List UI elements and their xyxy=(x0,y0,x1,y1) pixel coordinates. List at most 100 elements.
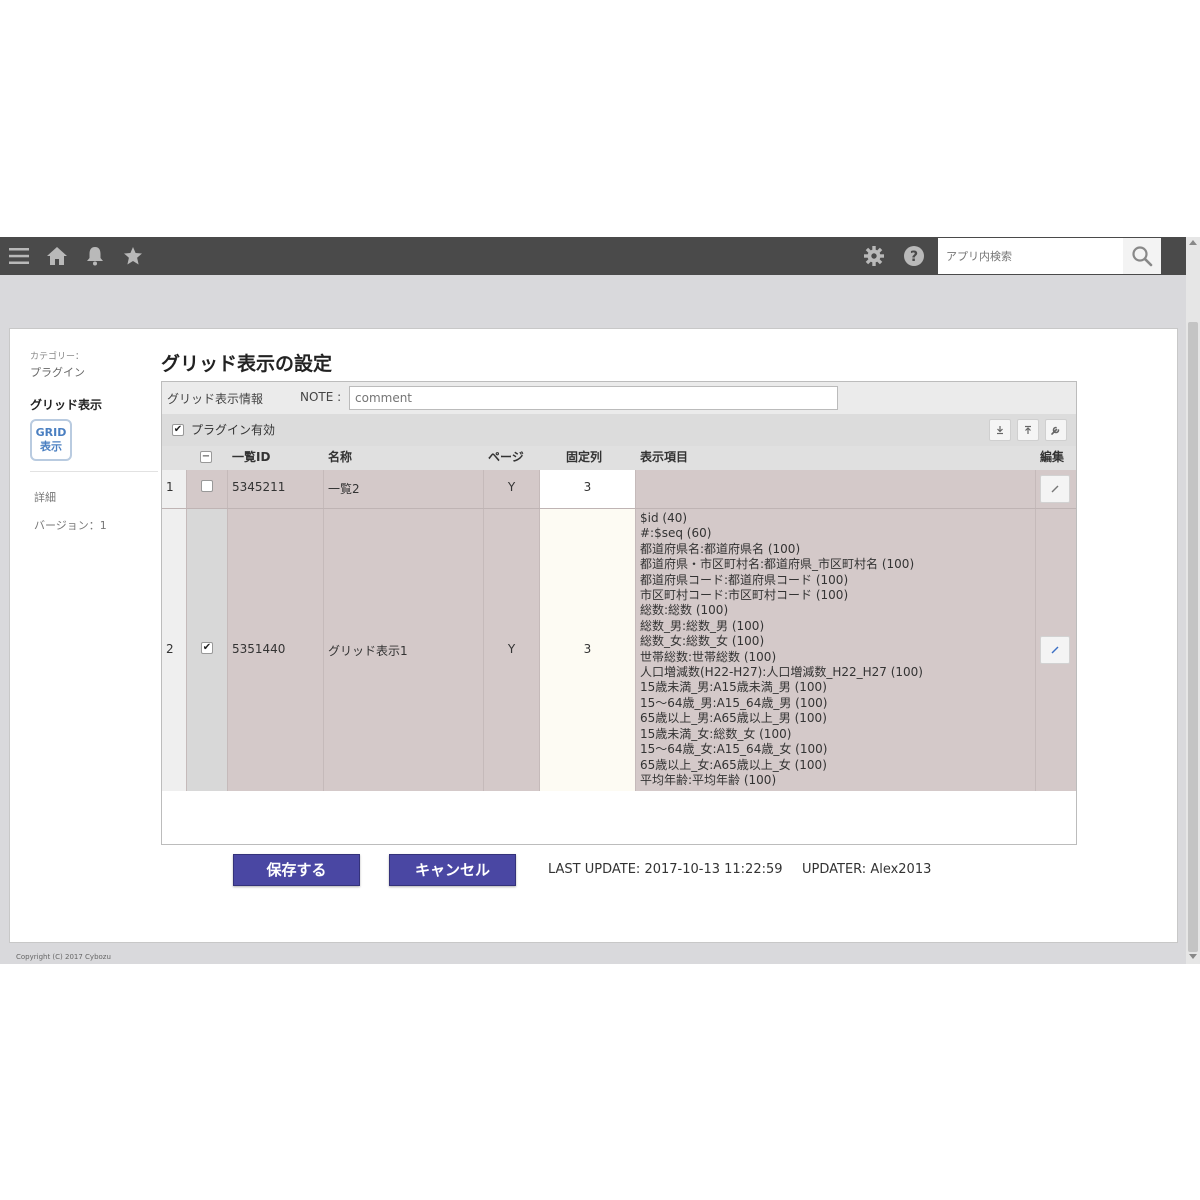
display-item: 市区町村コード:市区町村コード (100) xyxy=(640,588,849,603)
bell-icon[interactable] xyxy=(80,237,110,275)
header-edit: 編集 xyxy=(1040,450,1065,464)
page-value: Y xyxy=(507,642,516,656)
header-fixed-columns: 固定列 xyxy=(566,450,603,464)
gear-icon[interactable] xyxy=(859,237,889,275)
select-all-checkbox[interactable]: − xyxy=(200,451,212,463)
display-item: 総数_女:総数_女 (100) xyxy=(640,634,765,649)
search-input[interactable] xyxy=(938,238,1123,274)
name-cell: 一覧2 xyxy=(324,470,484,508)
row-number: 1 xyxy=(166,480,174,494)
export-button[interactable] xyxy=(1017,419,1039,441)
display-item: 総数:総数 (100) xyxy=(640,603,729,618)
sidebar-link-details[interactable]: 詳細 xyxy=(34,489,56,505)
sidebar-divider xyxy=(30,471,158,472)
grid-table-header: − 一覧ID 名称 ページ 固定列 表示項目 編集 xyxy=(162,446,1076,470)
pencil-icon xyxy=(1051,485,1059,493)
export-icon xyxy=(1025,425,1031,434)
last-update: LAST UPDATE: 2017-10-13 11:22:59 xyxy=(548,862,783,877)
page-cell: Y xyxy=(484,509,540,791)
header-list-id: 一覧ID xyxy=(232,450,271,464)
sidebar-link-version[interactable]: バージョン：1 xyxy=(34,517,107,533)
list-name: グリッド表示1 xyxy=(328,644,408,658)
cancel-button[interactable]: キャンセル xyxy=(389,854,516,886)
fixed-column-value: 3 xyxy=(583,480,592,494)
import-button[interactable] xyxy=(989,419,1011,441)
row-number-cell: 2 xyxy=(162,509,187,791)
plugin-enabled-label: プラグイン有効 xyxy=(191,423,276,437)
fixed-column-value: 3 xyxy=(583,642,592,656)
display-item: #:$seq (60) xyxy=(640,526,712,541)
table-row[interactable]: 1 5345211 一覧2 Y 3 xyxy=(162,470,1076,509)
row-number-cell: 1 xyxy=(162,470,187,508)
search-icon xyxy=(1132,246,1153,267)
scroll-down-arrow[interactable] xyxy=(1189,954,1197,959)
svg-text:?: ? xyxy=(910,249,918,265)
plugin-enabled-checkbox[interactable]: ✔ xyxy=(172,424,184,436)
app-window: ? カテゴリー： プラグイン グリッド表示 GRID 表示 詳細 バージョン：1… xyxy=(0,237,1200,964)
edit-cell xyxy=(1036,470,1076,508)
row-number: 2 xyxy=(166,642,174,656)
home-icon[interactable] xyxy=(42,237,72,275)
grid-settings-box: グリッド表示情報 NOTE : ✔ プラグイン有効 − 一覧ID xyxy=(161,381,1077,845)
help-icon[interactable]: ? xyxy=(899,237,929,275)
page-title: グリッド表示の設定 xyxy=(161,353,333,375)
pencil-icon xyxy=(1051,646,1059,654)
name-cell: グリッド表示1 xyxy=(324,509,484,791)
header-display-items: 表示項目 xyxy=(640,450,689,464)
top-bar: ? xyxy=(0,237,1186,275)
display-items-cell: $id (40) #:$seq (60) 都道府県名:都道府県名 (100) 都道府県… xyxy=(636,509,1036,791)
import-icon xyxy=(997,426,1003,435)
display-item: 15歳未満_男:A15歳未満_男 (100) xyxy=(640,680,827,695)
display-item: 65歳以上_男:A65歳以上_男 (100) xyxy=(640,711,827,726)
plugin-logo: GRID 表示 xyxy=(30,419,72,461)
display-item: 平均年齢:平均年齢 (100) xyxy=(640,772,777,787)
info-label: グリッド表示情報 xyxy=(167,392,264,406)
row-select-cell: ✔ xyxy=(187,509,228,791)
settings-panel: カテゴリー： プラグイン グリッド表示 GRID 表示 詳細 バージョン：1 グ… xyxy=(9,328,1178,943)
category-label: カテゴリー： xyxy=(30,352,85,362)
grid-toolbar: ✔ プラグイン有効 xyxy=(162,414,1076,446)
edit-cell xyxy=(1036,509,1076,791)
row-select-cell xyxy=(187,470,228,508)
header-page: ページ xyxy=(488,450,524,464)
fixed-column-cell[interactable]: 3 xyxy=(540,509,636,791)
display-item: 都道府県コード:都道府県コード (100) xyxy=(640,572,849,587)
list-id-cell: 5351440 xyxy=(228,509,324,791)
display-item: 65歳以上_女:A65歳以上_女 (100) xyxy=(640,757,827,772)
category-value: プラグイン xyxy=(30,366,85,379)
plugin-logo-line2: 表示 xyxy=(40,440,62,453)
vertical-scrollbar[interactable] xyxy=(1186,237,1200,964)
star-icon[interactable] xyxy=(118,237,148,275)
list-name: 一覧2 xyxy=(328,482,360,496)
row-checkbox[interactable]: ✔ xyxy=(201,642,213,654)
page-value: Y xyxy=(507,480,516,494)
list-id-cell: 5345211 xyxy=(228,470,324,508)
save-button[interactable]: 保存する xyxy=(233,854,360,886)
header-name: 名称 xyxy=(328,450,353,464)
scroll-up-arrow[interactable] xyxy=(1189,240,1197,245)
display-item: 人口増減数(H22-H27):人口増減数_H22_H27 (100) xyxy=(640,665,923,680)
display-item: 15～64歳_女:A15_64歳_女 (100) xyxy=(640,742,828,757)
fixed-column-cell[interactable]: 3 xyxy=(540,470,636,508)
search-button[interactable] xyxy=(1123,238,1161,274)
menu-icon[interactable] xyxy=(4,237,34,275)
plugin-sidebar: カテゴリー： プラグイン グリッド表示 GRID 表示 xyxy=(30,349,160,461)
tools-button[interactable] xyxy=(1045,419,1067,441)
display-items-cell xyxy=(636,470,1036,508)
display-item: 都道府県・市区町村名:都道府県_市区町村名 (100) xyxy=(640,557,915,572)
info-bar: グリッド表示情報 NOTE : xyxy=(162,382,1076,414)
row-checkbox[interactable] xyxy=(201,480,213,492)
edit-button[interactable] xyxy=(1040,636,1070,664)
note-label: NOTE : xyxy=(300,390,342,404)
display-item: $id (40) xyxy=(640,511,688,525)
scrollbar-thumb[interactable] xyxy=(1188,322,1198,952)
edit-button[interactable] xyxy=(1040,475,1070,503)
note-input[interactable] xyxy=(349,386,838,410)
display-items-list: $id (40) #:$seq (60) 都道府県名:都道府県名 (100) 都道府県… xyxy=(640,511,923,788)
display-item: 総数_男:総数_男 (100) xyxy=(640,618,765,633)
list-id: 5345211 xyxy=(232,480,286,494)
page-cell: Y xyxy=(484,470,540,508)
table-row[interactable]: 2 ✔ 5351440 グリッド表示1 Y 3 $id (40) #:$seq (… xyxy=(162,509,1076,791)
display-item: 15～64歳_男:A15_64歳_男 (100) xyxy=(640,695,828,710)
plugin-name: グリッド表示 xyxy=(30,398,103,412)
